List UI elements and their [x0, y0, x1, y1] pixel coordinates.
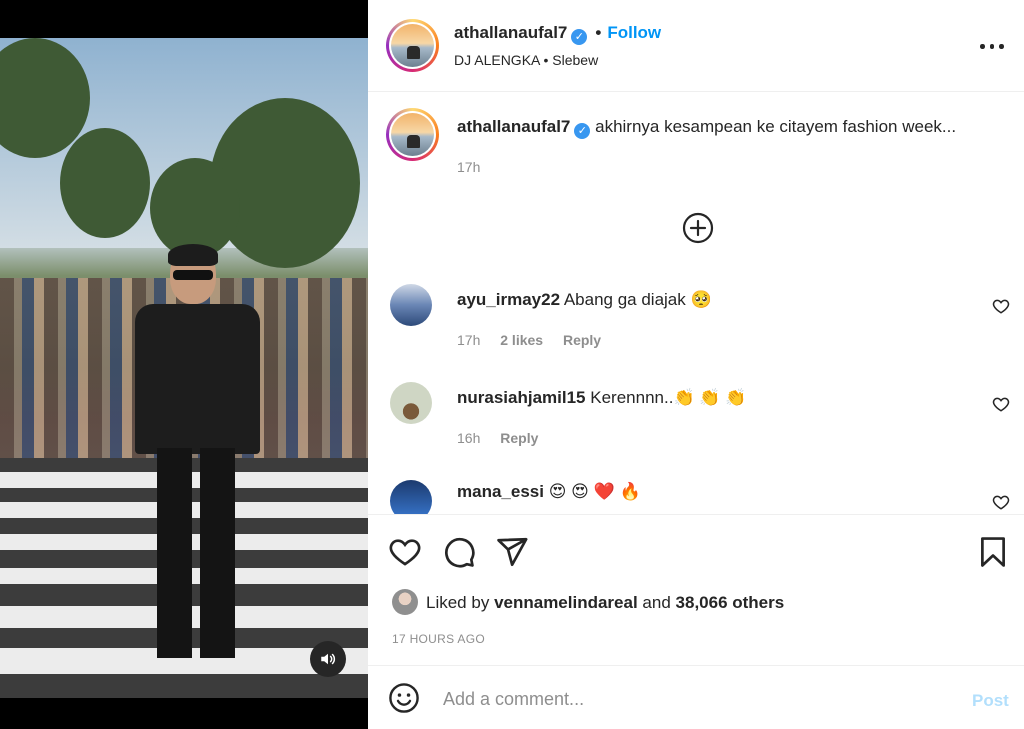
comment-input[interactable] [443, 685, 923, 713]
plus-circle-icon[interactable] [682, 212, 714, 244]
comment-text: Kerennnn.. [590, 388, 674, 407]
comment-item: nurasiahjamil15 Kerennnn..👏 👏 👏 16h Repl… [368, 382, 1024, 472]
post-details-panel: athallanaufal7 ✓ • Follow DJ ALENGKA • Sleb… [368, 0, 1024, 729]
clap-emoji: 👏 [673, 388, 695, 407]
heart-icon[interactable] [388, 535, 422, 569]
comment-time[interactable]: 16h [457, 430, 480, 446]
video-person [135, 244, 260, 668]
heart-eyes-emoji: 😍 [571, 482, 589, 501]
comment-avatar[interactable] [390, 382, 432, 424]
video-tree [150, 158, 240, 258]
heart-icon[interactable] [992, 493, 1010, 511]
caption-text-line: athallanaufal7 ✓ akhirnya kesampean ke ci… [457, 117, 956, 139]
comment-meta: 16h Reply [457, 430, 554, 446]
comment-text-line: ayu_irmay22 Abang ga diajak 🥺 [457, 290, 712, 310]
comment-username[interactable]: nurasiahjamil15 [457, 388, 586, 407]
speaker-icon [321, 653, 336, 665]
more-options-icon [980, 44, 985, 49]
verified-badge-icon: ✓ [571, 29, 588, 45]
red-heart-emoji: ❤️ [593, 482, 615, 501]
author-username[interactable]: athallanaufal7 [454, 23, 567, 42]
liker-username[interactable]: vennamelindareal [494, 593, 638, 612]
dot-separator: • [595, 23, 602, 42]
mute-button[interactable] [310, 641, 346, 677]
comment-text: Abang ga diajak 🥺 [563, 290, 712, 309]
liked-by-prefix: Liked by [426, 593, 490, 612]
comment-username[interactable]: ayu_irmay22 [457, 290, 560, 309]
video-frame[interactable] [0, 38, 368, 698]
likes-others[interactable]: 38,066 others [676, 593, 785, 612]
comment-text-line: nurasiahjamil15 Kerennnn..👏 👏 👏 [457, 388, 746, 408]
post-comment-button[interactable]: Post [972, 691, 1009, 711]
likes-summary: Liked by vennamelindareal and 38,066 oth… [392, 589, 784, 615]
author-line: athallanaufal7 ✓ • Follow [454, 23, 661, 45]
heart-eyes-emoji: 😍 [548, 482, 567, 501]
post-header: athallanaufal7 ✓ • Follow DJ ALENGKA • Sleb… [368, 0, 1024, 92]
verified-badge-icon: ✓ [574, 123, 591, 139]
heart-icon[interactable] [992, 395, 1010, 413]
caption-text: akhirnya kesampean ke citayem fashion we… [595, 117, 957, 136]
comment-username[interactable]: mana_essi [457, 482, 544, 501]
reply-button[interactable]: Reply [500, 430, 538, 446]
video-tree [60, 128, 150, 238]
share-icon[interactable] [495, 535, 529, 569]
audio-subtitle[interactable]: DJ ALENGKA • Slebew [454, 52, 598, 68]
comment-time[interactable]: 17h [457, 332, 480, 348]
heart-icon[interactable] [992, 297, 1010, 315]
comment-item: mana_essi 😍 😍 ❤️ 🔥 [368, 480, 1024, 514]
post-actions: Liked by vennamelindareal and 38,066 oth… [368, 514, 1024, 666]
comment-text-line: mana_essi 😍 😍 ❤️ 🔥 [457, 482, 641, 502]
post-media[interactable] [0, 0, 368, 729]
fire-emoji: 🔥 [619, 482, 641, 501]
reply-button[interactable]: Reply [563, 332, 601, 348]
follow-button[interactable]: Follow [607, 23, 661, 42]
liked-by-connector: and [642, 593, 671, 612]
caption-avatar[interactable] [386, 108, 439, 161]
caption-username[interactable]: athallanaufal7 [457, 117, 570, 136]
liker-avatar[interactable] [392, 589, 418, 615]
clap-emoji: 👏 [699, 388, 721, 407]
clap-emoji: 👏 [725, 388, 747, 407]
comment-likes[interactable]: 2 likes [500, 332, 543, 348]
comment-meta: 17h 2 likes Reply [457, 332, 617, 348]
caption-time[interactable]: 17h [457, 159, 480, 175]
comment-icon[interactable] [442, 535, 476, 569]
comment-avatar[interactable] [390, 480, 432, 514]
post-timestamp[interactable]: 17 HOURS AGO [392, 632, 485, 646]
author-avatar[interactable] [386, 19, 439, 72]
comment-avatar[interactable] [390, 284, 432, 326]
comment-item: ayu_irmay22 Abang ga diajak 🥺 17h 2 like… [368, 284, 1024, 374]
comment-composer: Post [368, 667, 1024, 729]
smiley-icon[interactable] [388, 682, 420, 714]
bookmark-icon[interactable] [976, 535, 1010, 569]
more-options-button[interactable] [978, 32, 1006, 60]
